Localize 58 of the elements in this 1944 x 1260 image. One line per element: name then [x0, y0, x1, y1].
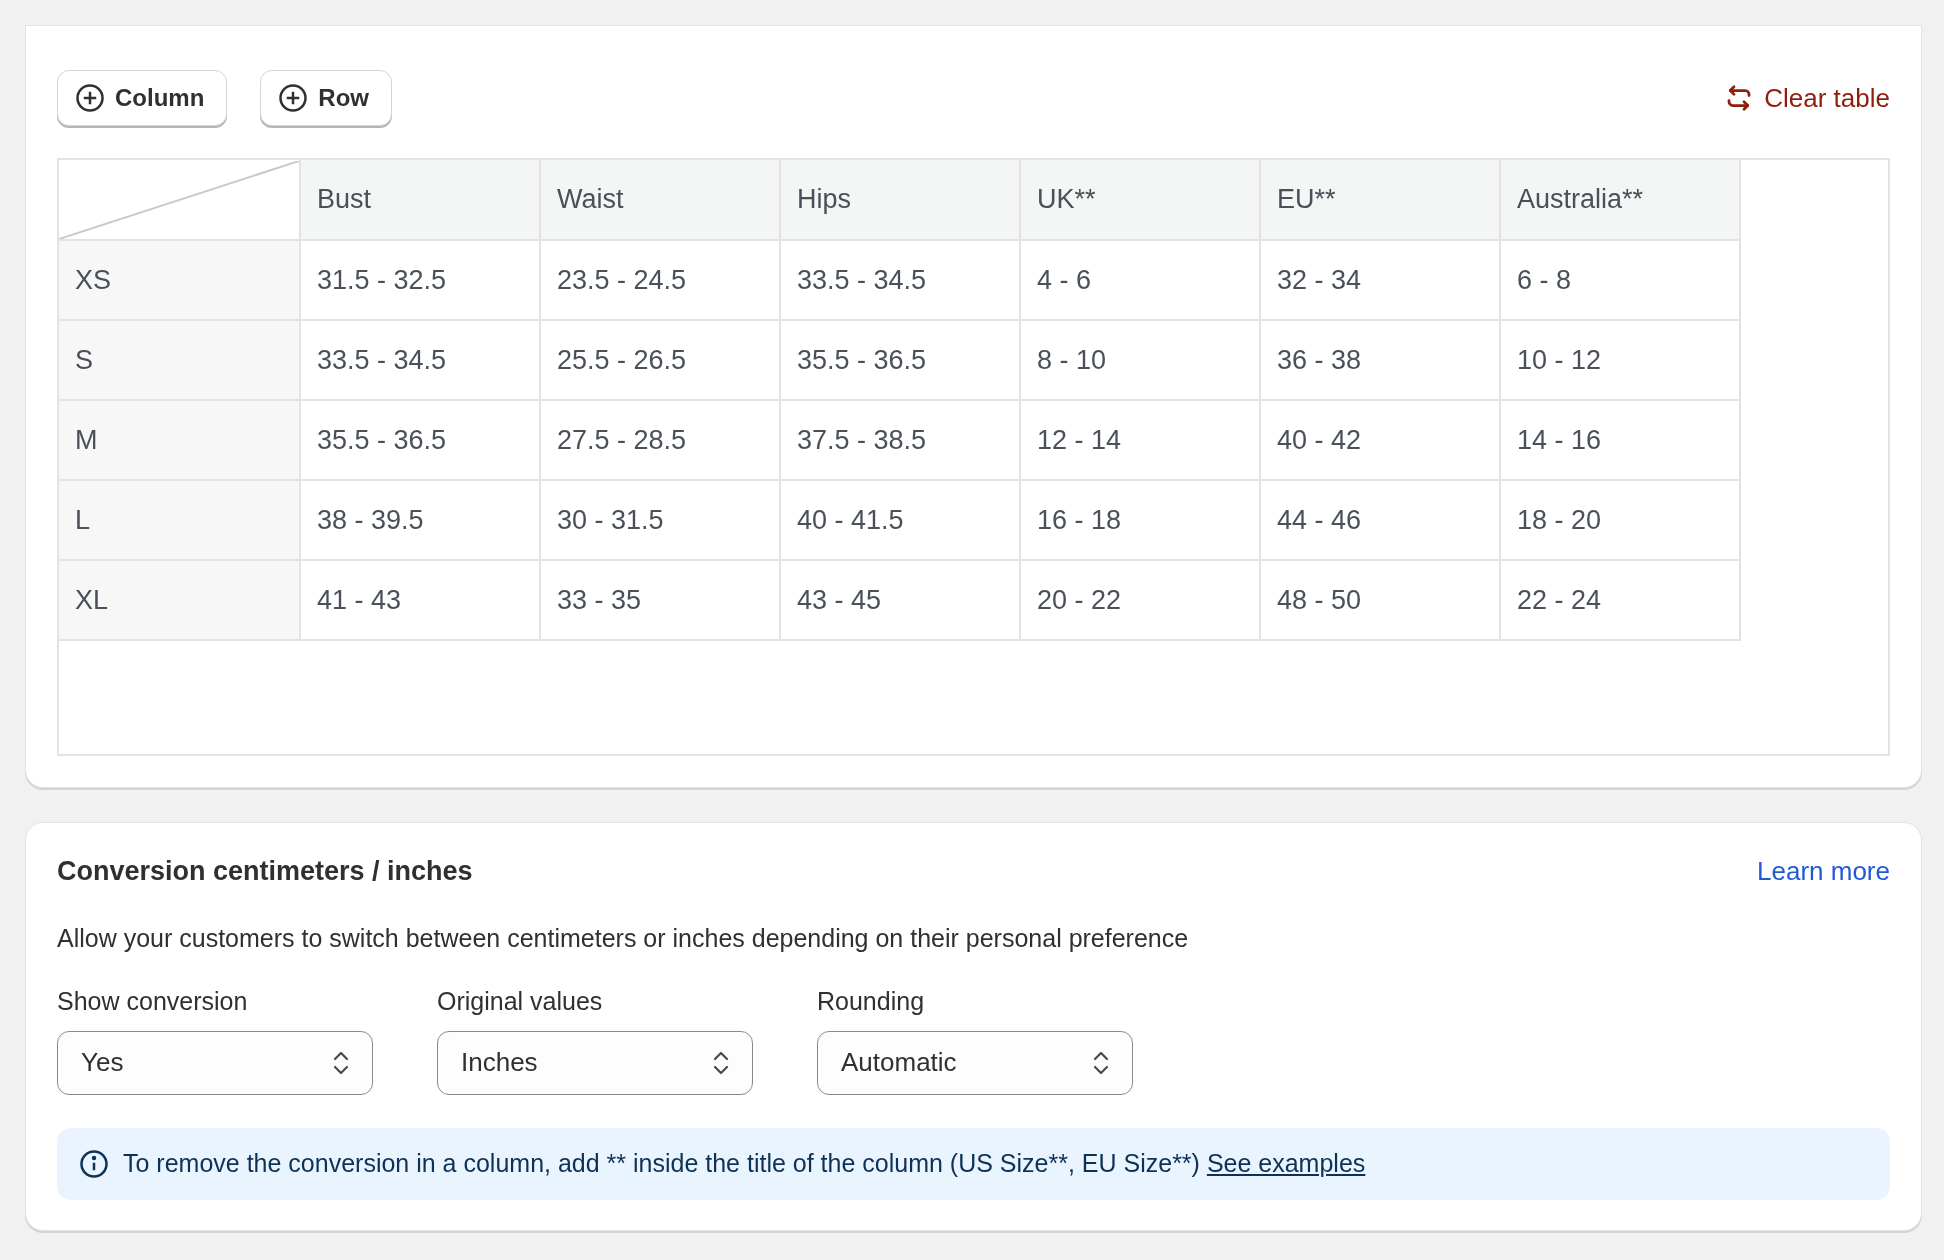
table-cell: 16 - 18: [1020, 480, 1260, 560]
table-cell: 33.5 - 34.5: [300, 320, 540, 400]
section-description: Allow your customers to switch between centimeters or inches depending on their personal preference: [57, 922, 1190, 954]
table-cell: 40 - 42: [1260, 400, 1500, 480]
table-cell: 32 - 34: [1260, 240, 1500, 320]
table-cell: 37.5 - 38.5: [780, 400, 1020, 480]
row-header: L: [59, 480, 300, 560]
plus-circle-icon: [75, 83, 105, 113]
table-cell: 10 - 12: [1500, 320, 1740, 400]
table-cell: 8 - 10: [1020, 320, 1260, 400]
column-header: Hips: [780, 160, 1020, 240]
table-cell: 48 - 50: [1260, 560, 1500, 640]
row-header: M: [59, 400, 300, 480]
row-header: S: [59, 320, 300, 400]
add-button[interactable]: Column: [57, 70, 228, 126]
section-title: Conversion centimeters / inches: [57, 855, 473, 888]
table-cell: 4 - 6: [1020, 240, 1260, 320]
column-header: UK**: [1020, 160, 1260, 240]
table-cell: 44 - 46: [1260, 480, 1500, 560]
row-header: XS: [59, 240, 300, 320]
table-cell: 40 - 41.5: [780, 480, 1020, 560]
table-cell: 35.5 - 36.5: [780, 320, 1020, 400]
table-cell: 33.5 - 34.5: [780, 240, 1020, 320]
table-cell: 6 - 8: [1500, 240, 1740, 320]
table-cell: 27.5 - 28.5: [540, 400, 780, 480]
table-cell: 33 - 35: [540, 560, 780, 640]
column-header: EU**: [1260, 160, 1500, 240]
table-cell: 38 - 39.5: [300, 480, 540, 560]
learn-more-link[interactable]: Learn more: [1757, 851, 1890, 891]
row-header: XL: [59, 560, 300, 640]
table-cell: 43 - 45: [780, 560, 1020, 640]
select-field[interactable]: Automatic: [817, 1030, 1133, 1095]
table-cell: 25.5 - 26.5: [540, 320, 780, 400]
info-icon: [79, 1148, 109, 1179]
table-cell: 12 - 14: [1020, 400, 1260, 480]
field-label: Original values: [437, 986, 604, 1017]
see-examples-link[interactable]: See examples: [1206, 1148, 1366, 1177]
clear-table-button[interactable]: Clear table: [1724, 78, 1890, 118]
table-cell: 35.5 - 36.5: [300, 400, 540, 480]
table-cell: 36 - 38: [1260, 320, 1500, 400]
table-cell: 31.5 - 32.5: [300, 240, 540, 320]
table-cell: 23.5 - 24.5: [540, 240, 780, 320]
table-cell: 30 - 31.5: [540, 480, 780, 560]
add-button[interactable]: Row: [260, 70, 392, 126]
column-header: Australia**: [1500, 160, 1740, 240]
table-cell: 18 - 20: [1500, 480, 1740, 560]
field-label: Show conversion: [57, 986, 249, 1017]
select-field[interactable]: Yes: [57, 1030, 373, 1095]
field-label: Rounding: [817, 986, 926, 1017]
table-cell: 14 - 16: [1500, 400, 1740, 480]
column-header: Bust: [300, 160, 540, 240]
column-header: Waist: [540, 160, 780, 240]
notice-text: To remove the conversion in a column, add ** inside the title of the column (US Size**, EU Size**) See examples: [123, 1147, 1366, 1179]
plus-circle-icon: [278, 83, 309, 113]
table-cell: 22 - 24: [1500, 560, 1740, 640]
table-cell: 41 - 43: [300, 560, 540, 640]
select-field[interactable]: Inches: [437, 1030, 753, 1095]
table-cell: 20 - 22: [1020, 560, 1260, 640]
